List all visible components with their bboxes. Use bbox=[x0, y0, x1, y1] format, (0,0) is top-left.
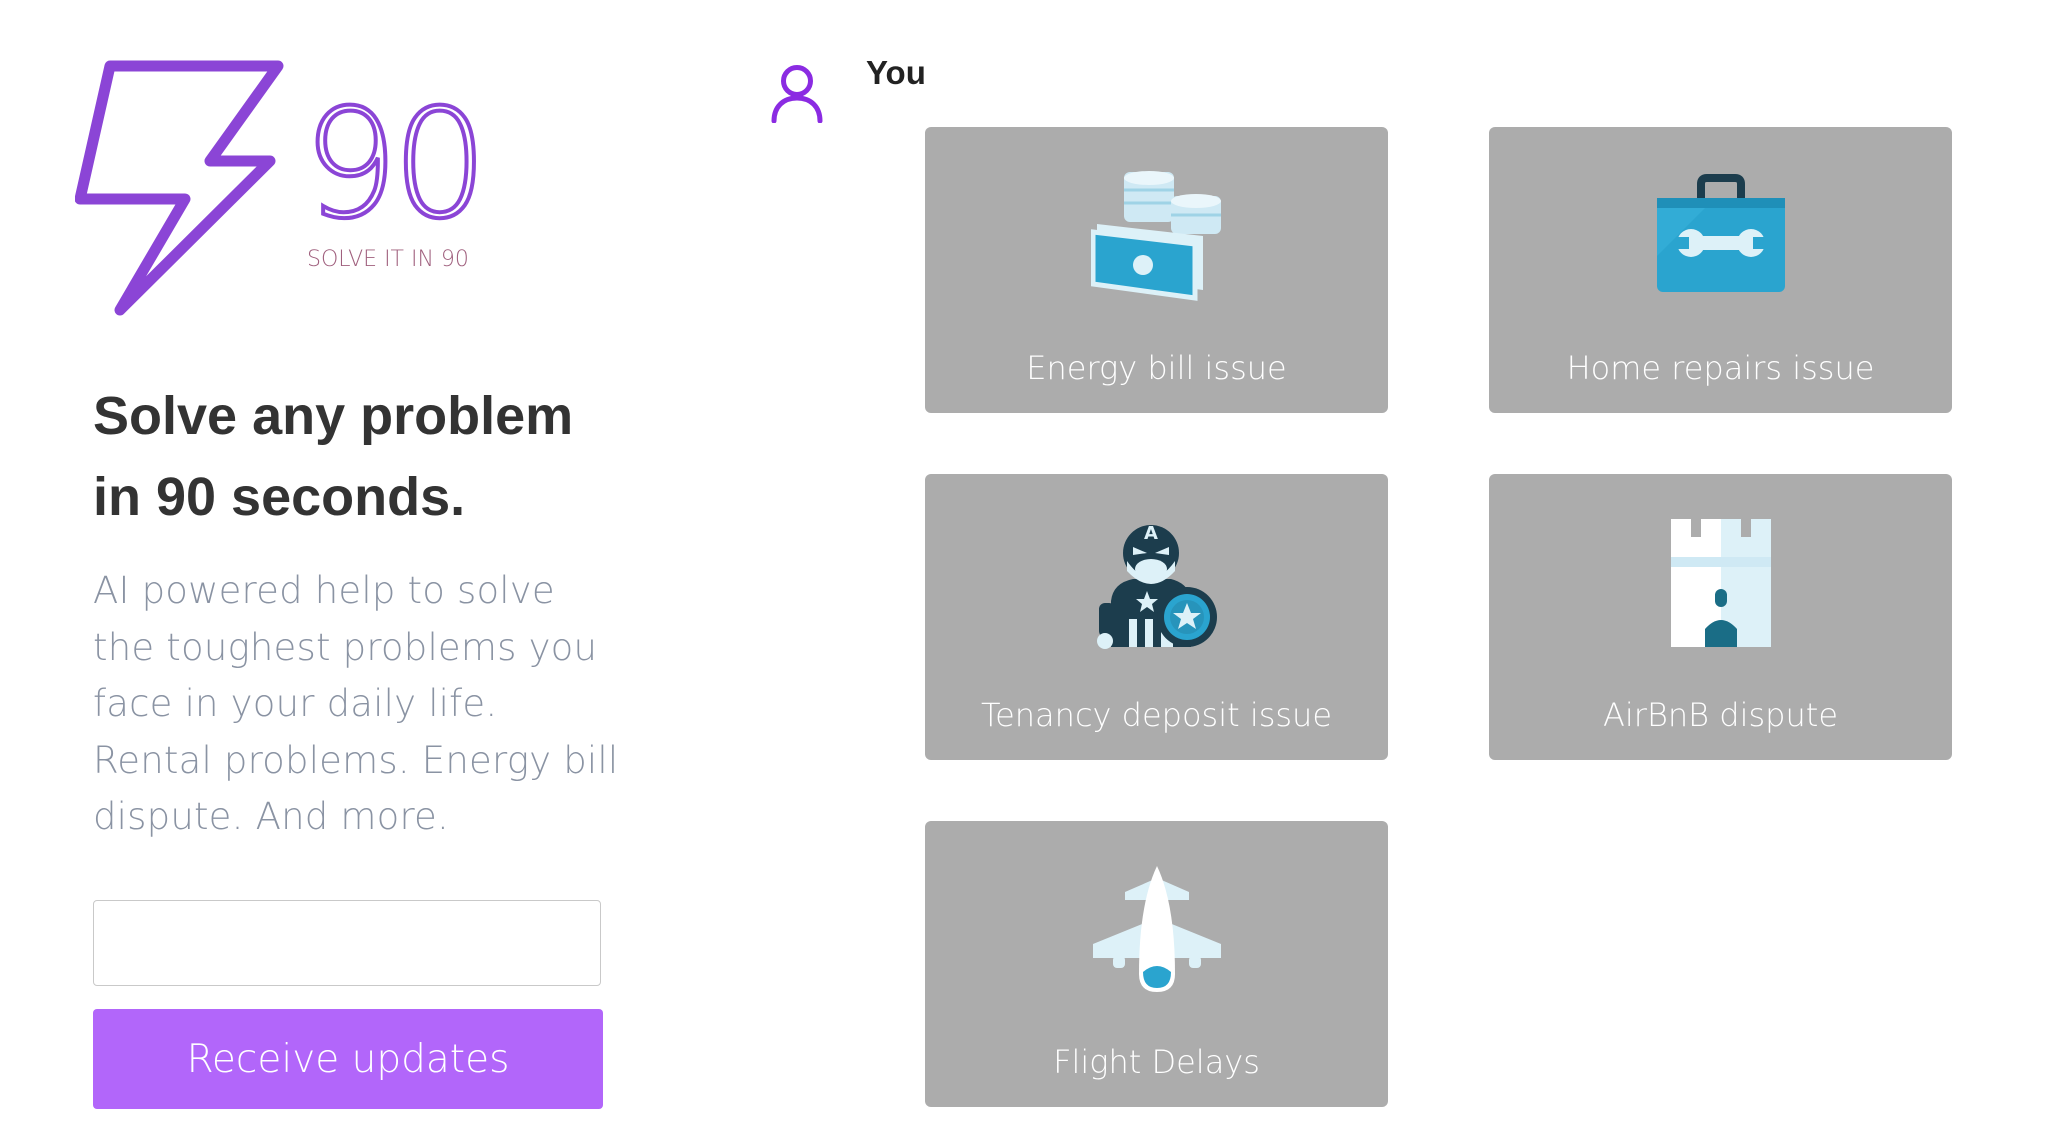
logo-tagline: SOLVE IT IN 90 bbox=[307, 247, 469, 272]
lightning-bolt-icon: 90 SOLVE IT IN 90 bbox=[75, 60, 490, 316]
money-icon bbox=[1091, 171, 1221, 301]
category-card-home-repairs[interactable]: Home repairs issue bbox=[1489, 127, 1952, 413]
airplane-icon bbox=[1093, 866, 1221, 992]
category-card-energy-bill[interactable]: Energy bill issue bbox=[925, 127, 1388, 413]
toolbox-icon bbox=[1657, 174, 1785, 292]
card-label: Energy bill issue bbox=[1026, 349, 1287, 387]
hero-description: AI powered help to solve the toughest pr… bbox=[93, 569, 619, 838]
logo-number: 90 bbox=[303, 78, 482, 252]
headline-line-1: Solve any problem bbox=[93, 386, 574, 446]
svg-text:A: A bbox=[1144, 523, 1158, 544]
category-card-airbnb[interactable]: AirBnB dispute bbox=[1489, 474, 1952, 760]
receive-updates-button[interactable]: Receive updates bbox=[93, 1009, 603, 1109]
card-label: Home repairs issue bbox=[1566, 349, 1875, 387]
page-headline: Solve any problem in 90 seconds. bbox=[93, 376, 653, 538]
email-field[interactable] bbox=[93, 900, 601, 986]
category-card-flight-delays[interactable]: Flight Delays bbox=[925, 821, 1388, 1107]
card-label: Flight Delays bbox=[1053, 1043, 1260, 1081]
card-label: Tenancy deposit issue bbox=[980, 696, 1333, 734]
category-card-tenancy-deposit[interactable]: A Tenancy deposit issue bbox=[925, 474, 1388, 760]
card-label: AirBnB dispute bbox=[1603, 696, 1838, 734]
page: 90 SOLVE IT IN 90 Solve any problem in 9… bbox=[0, 0, 2068, 1124]
superhero-icon: A bbox=[1097, 523, 1217, 649]
brand-logo[interactable]: 90 SOLVE IT IN 90 bbox=[75, 58, 515, 323]
user-name: You bbox=[866, 54, 926, 91]
user-icon[interactable] bbox=[769, 63, 825, 123]
castle-icon bbox=[1671, 519, 1771, 647]
headline-line-2: in 90 seconds. bbox=[93, 467, 466, 527]
